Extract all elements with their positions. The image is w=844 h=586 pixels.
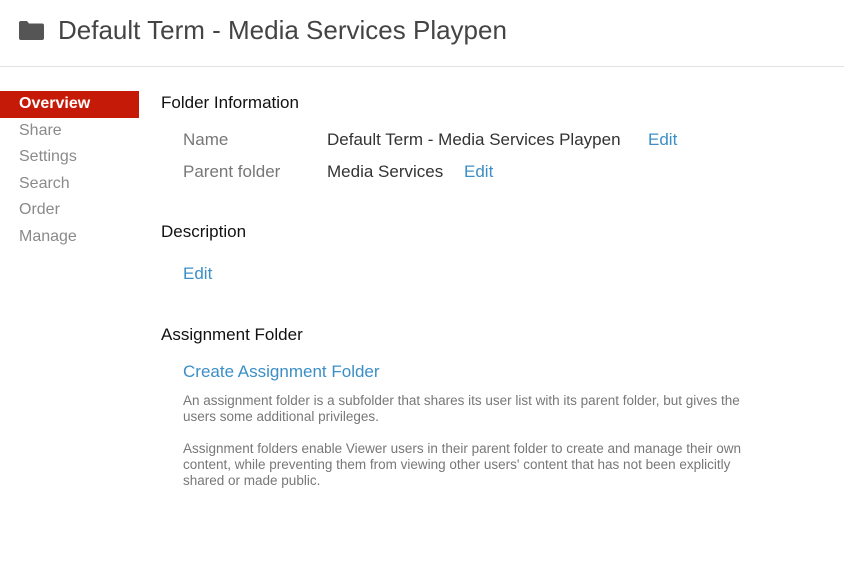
- assignment-description-1: An assignment folder is a subfolder that…: [183, 393, 740, 424]
- edit-description-link[interactable]: Edit: [183, 264, 212, 284]
- sidebar-nav: Overview Share Settings Search Order Man…: [0, 91, 139, 251]
- parent-folder-value: Media Services: [327, 162, 444, 181]
- sidebar-item-manage[interactable]: Manage: [0, 224, 139, 251]
- name-value: Default Term - Media Services Playpen: [327, 130, 621, 149]
- sidebar-item-settings[interactable]: Settings: [0, 144, 139, 171]
- parent-folder-label: Parent folder: [183, 162, 281, 181]
- sidebar-item-order[interactable]: Order: [0, 197, 139, 224]
- edit-parent-folder-link[interactable]: Edit: [464, 162, 493, 182]
- sidebar-item-overview[interactable]: Overview: [0, 91, 139, 118]
- create-assignment-folder-link[interactable]: Create Assignment Folder: [183, 362, 380, 382]
- assignment-folder-heading: Assignment Folder: [161, 325, 303, 344]
- folder-info-heading: Folder Information: [161, 93, 299, 112]
- name-label: Name: [183, 130, 229, 149]
- edit-name-link[interactable]: Edit: [648, 130, 677, 150]
- sidebar-item-share[interactable]: Share: [0, 118, 139, 145]
- page-title: Default Term - Media Services Playpen: [58, 15, 507, 45]
- page-header: Default Term - Media Services Playpen: [0, 0, 844, 67]
- folder-icon: [19, 21, 44, 40]
- description-heading: Description: [161, 222, 247, 241]
- assignment-description-2: Assignment folders enable Viewer users i…: [183, 441, 742, 488]
- sidebar-item-search[interactable]: Search: [0, 171, 139, 198]
